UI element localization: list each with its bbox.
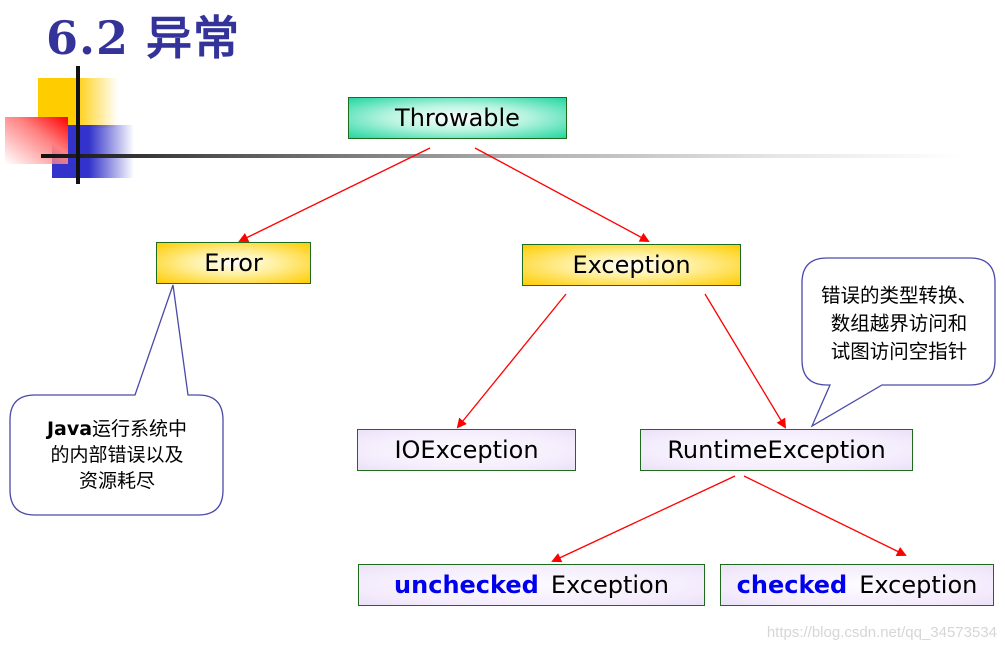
callout-text-runtime: 错误的类型转换、 数组越界访问和 试图访问空指针 — [804, 282, 994, 366]
node-runtimeexception: RuntimeException — [640, 429, 913, 471]
arrow-throwable-to-error — [238, 147, 431, 242]
callout-error-line-1: Java运行系统中 — [14, 416, 220, 442]
callout-error-bold: Java — [46, 418, 93, 440]
node-checked-exception: checked Exception — [720, 564, 994, 606]
node-runtimeexception-label: RuntimeException — [667, 436, 886, 464]
node-error: Error — [156, 242, 311, 284]
node-error-label: Error — [204, 249, 263, 277]
arrow-exception-to-ioexception — [456, 293, 567, 429]
unchecked-label: Exception — [550, 571, 669, 599]
node-exception-label: Exception — [572, 251, 691, 279]
callout-text-error: Java运行系统中 的内部错误以及 资源耗尽 — [14, 416, 220, 494]
arrow-runtime-to-unchecked — [551, 475, 736, 563]
arrow-runtime-to-checked — [743, 475, 907, 556]
node-throwable-label: Throwable — [395, 104, 520, 132]
checked-label: Exception — [859, 571, 978, 599]
callout-error-line-1-text: 运行系统中 — [92, 418, 188, 440]
callout-runtime-line-2: 数组越界访问和 — [830, 312, 968, 335]
node-throwable: Throwable — [348, 97, 567, 139]
node-exception: Exception — [522, 244, 741, 286]
node-unchecked-exception: unchecked Exception — [358, 564, 705, 606]
callout-runtime-line-1: 错误的类型转换、 — [820, 284, 977, 307]
unchecked-keyword: unchecked — [394, 571, 539, 599]
arrow-exception-to-runtimeexception — [704, 293, 787, 429]
callout-error-line-2: 的内部错误以及 — [50, 444, 184, 466]
callout-runtime-line-3: 试图访问空指针 — [830, 340, 968, 363]
arrow-throwable-to-exception — [474, 147, 650, 242]
node-ioexception: IOException — [357, 429, 576, 471]
checked-keyword: checked — [736, 571, 848, 599]
node-ioexception-label: IOException — [394, 436, 539, 464]
callout-error-line-3: 资源耗尽 — [78, 470, 155, 492]
watermark: https://blog.csdn.net/qq_34573534 — [766, 624, 997, 641]
